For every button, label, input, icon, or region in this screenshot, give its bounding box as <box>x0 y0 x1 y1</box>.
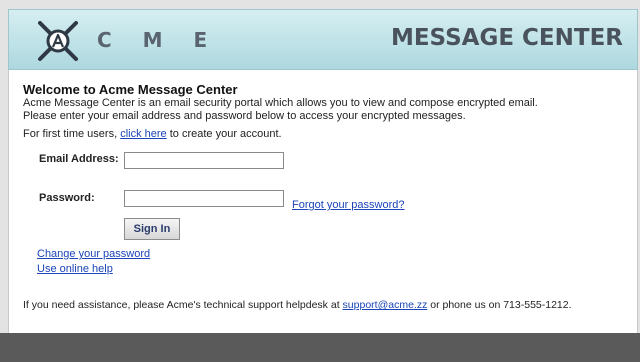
forgot-password-link[interactable]: Forgot your password? <box>292 199 405 211</box>
welcome-heading: Welcome to Acme Message Center <box>23 82 238 97</box>
password-field[interactable] <box>124 190 284 207</box>
acme-logo-icon <box>38 21 78 61</box>
header-banner: C M E MESSAGE CENTER <box>8 9 638 70</box>
first-time-text: For first time users, click here to crea… <box>23 128 282 140</box>
first-time-prefix: For first time users, <box>23 128 118 140</box>
brand-wordmark: C M E <box>97 28 210 52</box>
online-help-link[interactable]: Use online help <box>37 263 113 275</box>
page-title: MESSAGE CENTER <box>390 25 623 51</box>
intro-line-2: Please enter your email address and pass… <box>23 109 466 122</box>
footer-suffix: or phone us on 713-555-1212. <box>430 299 572 311</box>
login-panel: Welcome to Acme Message Center Acme Mess… <box>8 70 638 333</box>
password-label: Password: <box>39 192 95 204</box>
footer-prefix: If you need assistance, please Acme's te… <box>23 299 340 311</box>
intro-text: Acme Message Center is an email security… <box>23 97 633 122</box>
email-field[interactable] <box>124 152 284 169</box>
support-footer: If you need assistance, please Acme's te… <box>23 299 572 311</box>
email-label: Email Address: <box>39 153 119 165</box>
app-frame: C M E MESSAGE CENTER Welcome to Acme Mes… <box>0 0 640 333</box>
intro-line-1: Acme Message Center is an email security… <box>23 97 538 109</box>
support-email-link[interactable]: support@acme.zz <box>343 299 428 311</box>
first-time-suffix: to create your account. <box>169 128 282 140</box>
sign-in-button[interactable]: Sign In <box>124 218 180 240</box>
create-account-link[interactable]: click here <box>120 128 166 140</box>
change-password-link[interactable]: Change your password <box>37 248 150 260</box>
